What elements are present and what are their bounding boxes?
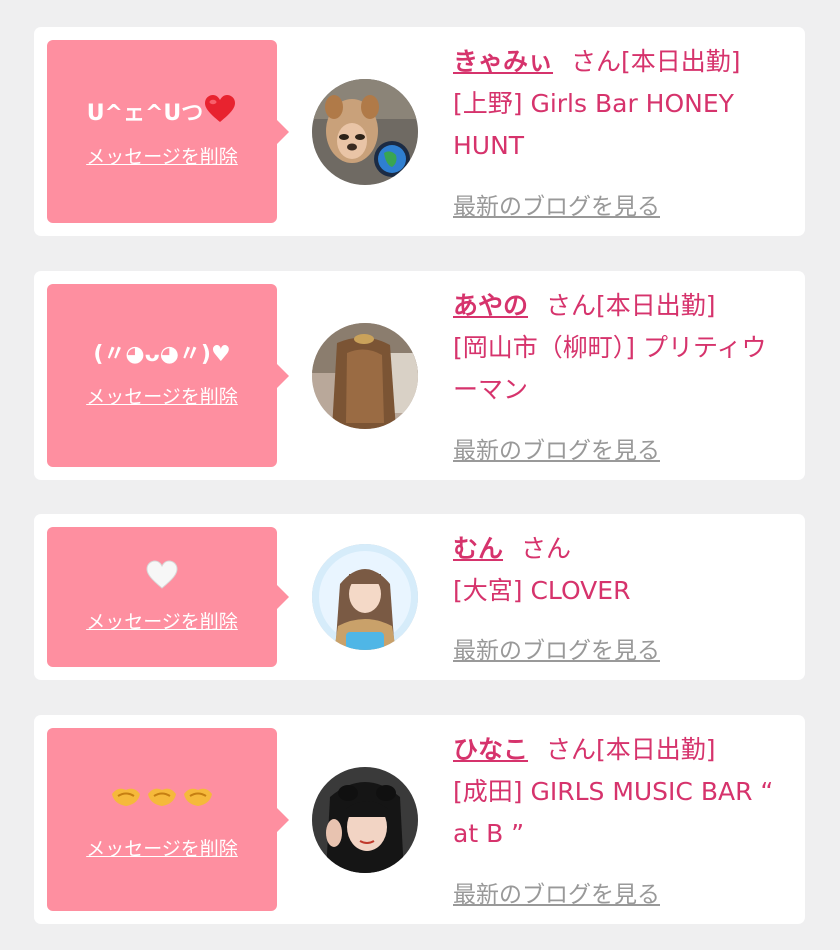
shop-name: [大宮] CLOVER	[453, 576, 631, 605]
message-bubble: メッセージを削除	[47, 728, 289, 911]
cast-name-link[interactable]: あやの	[453, 291, 528, 320]
delete-message-link[interactable]: メッセージを削除	[86, 382, 238, 409]
avatar-photo	[312, 79, 418, 185]
message-text	[145, 560, 179, 593]
avatar[interactable]	[312, 544, 418, 650]
cast-status: さん	[521, 534, 572, 563]
avatar[interactable]	[312, 79, 418, 185]
shop-name: [上野] Girls Bar HONEY HUNT	[453, 89, 734, 160]
message-bubble: メッセージを削除	[47, 527, 289, 667]
message-text: (〃◕ᴗ◕〃)♥	[93, 341, 231, 367]
delete-message-link[interactable]: メッセージを削除	[86, 142, 238, 169]
cast-info: あやの さん[本日出勤] [岡山市（柳町）] プリティウーマン	[453, 285, 788, 411]
cast-info: きゃみぃ さん[本日出勤] [上野] Girls Bar HONEY HUNT	[453, 41, 788, 167]
latest-blog-link[interactable]: 最新のブログを見る	[453, 431, 660, 465]
shop-name: [岡山市（柳町）] プリティウーマン	[453, 333, 767, 404]
latest-blog-link[interactable]: 最新のブログを見る	[453, 187, 660, 221]
avatar[interactable]	[312, 323, 418, 429]
red-heart-icon	[205, 95, 236, 123]
handshake-icons	[112, 788, 212, 807]
latest-blog-link[interactable]: 最新のブログを見る	[453, 631, 660, 665]
shop-name: [成田] GIRLS MUSIC BAR “ at B ”	[453, 777, 774, 848]
message-text: U^ェ^Uつ	[87, 94, 238, 127]
message-bubble: U^ェ^Uつ メッセージを削除	[47, 40, 289, 223]
cast-status: さん[本日出勤]	[571, 47, 741, 76]
message-card: (〃◕ᴗ◕〃)♥ メッセージを削除 あやの さん[本日出勤] [岡山市（柳町）] …	[34, 271, 805, 480]
delete-message-link[interactable]: メッセージを削除	[86, 834, 238, 861]
message-text	[108, 778, 216, 819]
message-card: メッセージを削除 むん さん [大宮] CLOVER 最新のブログを見る	[34, 514, 805, 680]
avatar[interactable]	[312, 767, 418, 873]
cast-name-link[interactable]: むん	[453, 534, 503, 563]
message-bubble: (〃◕ᴗ◕〃)♥ メッセージを削除	[47, 284, 289, 467]
cast-info: ひなこ さん[本日出勤] [成田] GIRLS MUSIC BAR “ at B …	[453, 729, 788, 855]
cast-info: むん さん [大宮] CLOVER	[453, 528, 788, 612]
latest-blog-link[interactable]: 最新のブログを見る	[453, 875, 660, 909]
avatar-photo	[312, 767, 418, 873]
cast-name-link[interactable]: ひなこ	[453, 735, 528, 764]
delete-message-link[interactable]: メッセージを削除	[86, 607, 238, 634]
white-heart-icon	[146, 560, 178, 589]
avatar-photo	[312, 323, 418, 429]
cast-status: さん[本日出勤]	[546, 291, 716, 320]
message-card: メッセージを削除 ひなこ さん[本日出勤] [成田] GIRLS MUSIC BA…	[34, 715, 805, 924]
avatar-photo	[312, 544, 418, 650]
cast-status: さん[本日出勤]	[546, 735, 716, 764]
message-card: U^ェ^Uつ メッセージを削除 きゃみぃ さん[本日出勤] [上野] Girls …	[34, 27, 805, 236]
cast-name-link[interactable]: きゃみぃ	[453, 47, 553, 76]
